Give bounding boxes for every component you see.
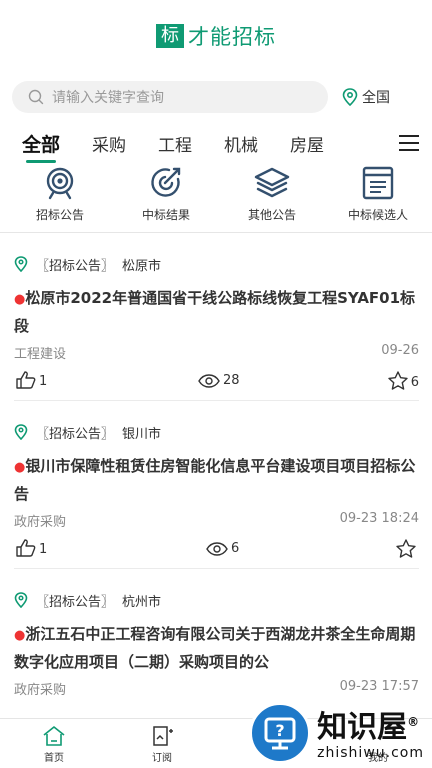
view-count: 6	[231, 540, 240, 556]
favorite-button[interactable]: 6	[388, 370, 419, 390]
location-pin-icon	[14, 256, 28, 272]
like-count: 1	[39, 542, 48, 557]
nav-label: 首页	[44, 753, 64, 764]
card-title[interactable]: ●松原市2022年普通国省干线公路标线恢复工程SYAF01标段	[14, 285, 419, 339]
brand-name: 才能招标	[188, 25, 276, 49]
tender-card[interactable]: 〖招标公告〗 银川市 ●银川市保障性租赁住房智能化信息平台建设项目项目招标公告 …	[14, 423, 419, 569]
notice-type-tag: 〖招标公告〗	[36, 426, 115, 442]
tab-all[interactable]: 全部	[22, 130, 60, 163]
hit-target-icon	[151, 167, 181, 197]
tender-card[interactable]: 〖招标公告〗 松原市 ●松原市2022年普通国省干线公路标线恢复工程SYAF01…	[14, 255, 419, 401]
layers-icon	[254, 167, 290, 198]
tender-feed: 〖招标公告〗 松原市 ●松原市2022年普通国省干线公路标线恢复工程SYAF01…	[0, 255, 432, 698]
category-label: 中标候选人	[347, 208, 408, 222]
card-date: 09-23 17:57	[339, 679, 419, 694]
category-label: 招标公告	[35, 208, 84, 222]
watermark-name: 知识屋	[317, 710, 408, 745]
card-title-text: 银川市保障性租赁住房智能化信息平台建设项目项目招标公告	[14, 457, 416, 503]
star-icon	[396, 538, 416, 558]
search-input[interactable]: 请输入关键字查询	[12, 81, 328, 113]
card-title-text: 松原市2022年普通国省干线公路标线恢复工程SYAF01标段	[14, 289, 416, 335]
like-count: 1	[39, 374, 48, 389]
view-count: 28	[223, 372, 240, 388]
document-icon	[362, 166, 394, 200]
hot-icon: ●	[14, 628, 26, 643]
target-icon	[46, 167, 74, 200]
hot-icon: ●	[14, 460, 26, 475]
nav-subscribe[interactable]: 订阅	[108, 719, 216, 768]
category-shortcuts: 招标公告 中标结果 其他公告 中标候选人	[0, 166, 432, 226]
card-title[interactable]: ●银川市保障性租赁住房智能化信息平台建设项目项目招标公告	[14, 453, 419, 507]
tab-engineering[interactable]: 工程	[158, 131, 192, 156]
card-title-text: 浙江五石中正工程咨询有限公司关于西湖龙井茶全生命周期数字化应用项目（二期）采购项…	[14, 625, 416, 671]
tab-machinery[interactable]: 机械	[224, 131, 258, 156]
category-other-notice[interactable]: 其他公告	[236, 166, 308, 226]
subscribe-icon	[153, 726, 173, 746]
region-selector[interactable]: 全国	[342, 87, 390, 107]
notice-type-tag: 〖招标公告〗	[36, 594, 115, 610]
location-pin-icon	[342, 88, 358, 106]
search-icon	[28, 89, 44, 105]
category-tabs: 全部 采购 工程 机械 房屋	[0, 126, 432, 163]
search-row: 请输入关键字查询 全国	[0, 80, 432, 114]
card-date: 09-23 18:24	[339, 511, 419, 526]
card-title[interactable]: ●浙江五石中正工程咨询有限公司关于西湖龙井茶全生命周期数字化应用项目（二期）采购…	[14, 621, 419, 675]
tender-card[interactable]: 〖招标公告〗 杭州市 ●浙江五石中正工程咨询有限公司关于西湖龙井茶全生命周期数字…	[14, 591, 419, 698]
menu-icon[interactable]	[398, 134, 420, 152]
thumbs-up-icon	[16, 371, 36, 389]
city-label: 银川市	[122, 426, 162, 442]
like-button[interactable]: 1	[16, 371, 47, 389]
notice-type-tag: 〖招标公告〗	[36, 258, 115, 274]
hot-icon: ●	[14, 292, 26, 307]
favorite-button[interactable]	[396, 538, 419, 558]
brand-logo: 标 才能招标	[156, 21, 276, 51]
city-label: 杭州市	[122, 594, 162, 610]
like-button[interactable]: 1	[16, 539, 47, 557]
brand-mark: 标	[156, 24, 184, 48]
category-award-result[interactable]: 中标结果	[130, 166, 202, 226]
eye-icon	[206, 541, 228, 556]
view-count-indicator: 6	[206, 541, 239, 556]
tab-housing[interactable]: 房屋	[290, 131, 324, 156]
card-category: 政府采购	[14, 515, 67, 530]
category-candidates[interactable]: 中标候选人	[342, 166, 414, 226]
home-icon	[43, 726, 65, 746]
app-header: 标 才能招标	[0, 0, 432, 66]
search-placeholder: 请输入关键字查询	[52, 90, 164, 106]
thumbs-up-icon	[16, 539, 36, 557]
card-category: 工程建设	[14, 347, 67, 362]
card-date: 09-26	[381, 343, 419, 358]
divider	[0, 232, 432, 233]
eye-icon	[198, 373, 220, 388]
star-icon	[388, 370, 408, 390]
watermark: ? 知识屋® zhishiwu.com	[249, 702, 424, 764]
watermark-site: zhishiwu.com	[317, 745, 424, 761]
view-count-indicator: 28	[198, 373, 240, 388]
city-label: 松原市	[122, 258, 162, 274]
category-label: 其他公告	[247, 208, 296, 222]
tab-procurement[interactable]: 采购	[92, 131, 126, 156]
nav-home[interactable]: 首页	[0, 719, 108, 768]
category-tender-notice[interactable]: 招标公告	[24, 166, 96, 226]
category-label: 中标结果	[141, 208, 190, 222]
nav-label: 订阅	[152, 753, 172, 764]
svg-text:?: ?	[276, 721, 285, 740]
region-label: 全国	[362, 90, 390, 106]
location-pin-icon	[14, 424, 28, 440]
location-pin-icon	[14, 592, 28, 608]
favorite-count: 6	[410, 374, 419, 390]
registered-mark: ®	[407, 715, 420, 729]
watermark-logo-icon: ?	[249, 702, 312, 764]
card-category: 政府采购	[14, 683, 67, 698]
